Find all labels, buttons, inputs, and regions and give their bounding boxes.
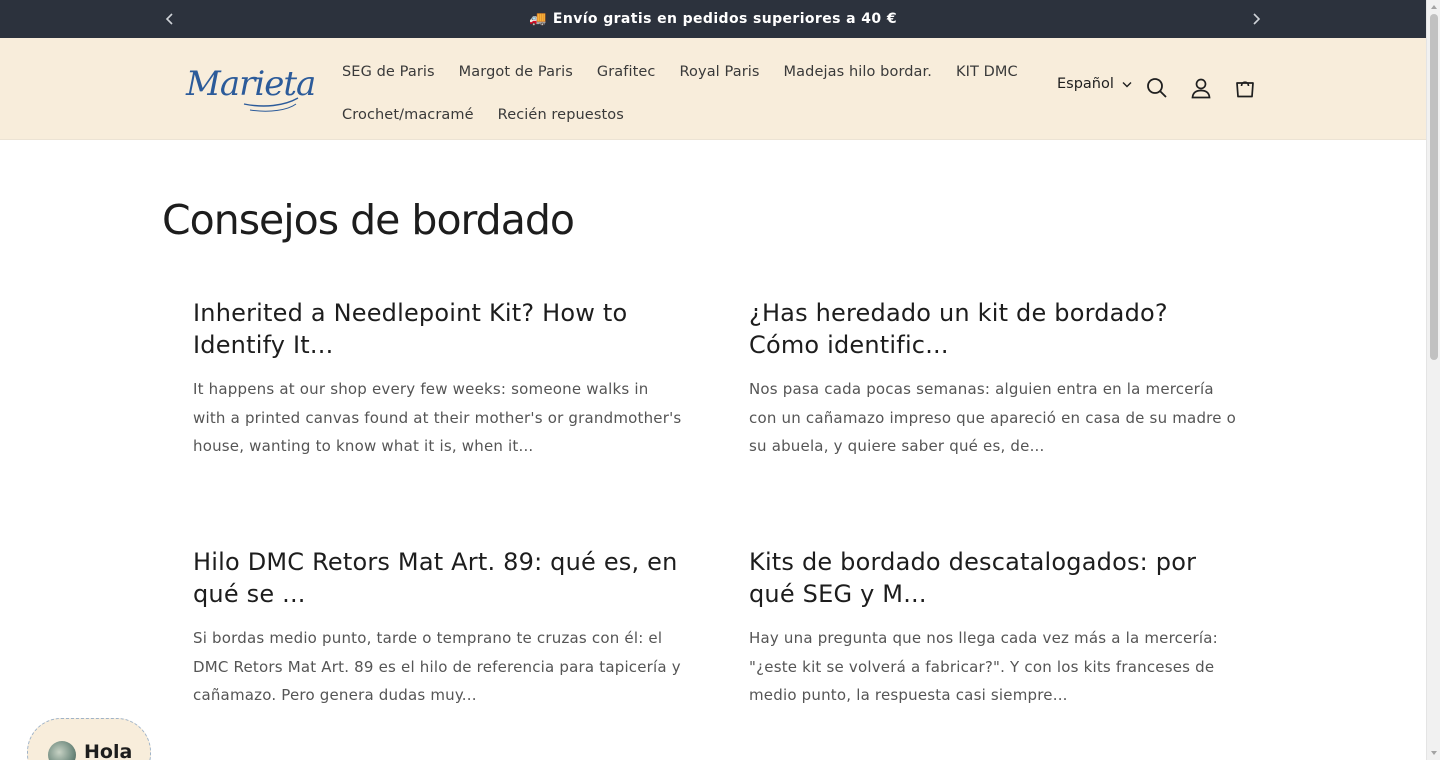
- nav-row-1: SEG de Paris Margot de Paris Grafitec Ro…: [330, 50, 1030, 93]
- nav-item-margot-de-paris[interactable]: Margot de Paris: [447, 64, 585, 80]
- nav-row-2: Crochet/macramé Recién repuestos: [330, 93, 1030, 136]
- next-announcement-button[interactable]: [1248, 11, 1264, 27]
- page-scrollbar[interactable]: [1426, 0, 1440, 760]
- chat-label: Hola: [84, 741, 133, 760]
- scroll-up-arrow-icon[interactable]: [1430, 3, 1438, 11]
- language-selector[interactable]: Español: [1057, 76, 1132, 92]
- main-navigation: SEG de Paris Margot de Paris Grafitec Ro…: [330, 50, 1030, 136]
- language-label: Español: [1057, 76, 1114, 92]
- article-excerpt: Nos pasa cada pocas semanas: alguien ent…: [749, 380, 1236, 455]
- article-title-link[interactable]: ¿Has heredado un kit de bordado? Cómo id…: [749, 297, 1239, 361]
- site-logo[interactable]: Marieta: [184, 60, 316, 116]
- page-title: Consejos de bordado: [162, 196, 575, 244]
- nav-item-crochet-macrame[interactable]: Crochet/macramé: [330, 107, 486, 123]
- nav-item-grafitec[interactable]: Grafitec: [585, 64, 668, 80]
- chevron-down-icon: [1122, 81, 1132, 87]
- chevron-right-icon: [1253, 13, 1261, 25]
- account-button[interactable]: [1188, 75, 1214, 101]
- nav-item-seg-de-paris[interactable]: SEG de Paris: [330, 64, 447, 80]
- article-card: Hilo DMC Retors Mat Art. 89: qué es, en …: [193, 546, 683, 710]
- article-card: ¿Has heredado un kit de bordado? Cómo id…: [749, 297, 1239, 461]
- article-card: Inherited a Needlepoint Kit? How to Iden…: [193, 297, 683, 461]
- nav-item-kit-dmc[interactable]: KIT DMC: [944, 64, 1030, 80]
- logo-text: Marieta: [186, 64, 316, 104]
- scroll-down-arrow-icon[interactable]: [1430, 749, 1438, 757]
- truck-icon: 🚚: [529, 11, 547, 27]
- cart-icon: [1236, 81, 1254, 98]
- chat-avatar: [48, 741, 76, 760]
- nav-item-recien-repuestos[interactable]: Recién repuestos: [486, 107, 636, 123]
- announcement-label: Envío gratis en pedidos superiores a 40 …: [552, 11, 897, 27]
- site-header: Marieta SEG de Paris Margot de Paris Gra…: [0, 38, 1426, 140]
- account-icon: [1191, 78, 1211, 99]
- article-excerpt: Hay una pregunta que nos llega cada vez …: [749, 629, 1218, 704]
- article-title-link[interactable]: Hilo DMC Retors Mat Art. 89: qué es, en …: [193, 546, 683, 610]
- chat-widget-button[interactable]: Hola: [27, 718, 151, 760]
- article-card: Kits de bordado descatalogados: por qué …: [749, 546, 1239, 710]
- scrollbar-thumb[interactable]: [1430, 14, 1438, 360]
- nav-item-royal-paris[interactable]: Royal Paris: [668, 64, 772, 80]
- search-button[interactable]: [1144, 75, 1170, 101]
- article-excerpt: Si bordas medio punto, tarde o temprano …: [193, 629, 681, 704]
- article-title-link[interactable]: Kits de bordado descatalogados: por qué …: [749, 546, 1239, 610]
- article-excerpt: It happens at our shop every few weeks: …: [193, 380, 682, 455]
- cart-button[interactable]: [1232, 75, 1258, 101]
- article-title-link[interactable]: Inherited a Needlepoint Kit? How to Iden…: [193, 297, 683, 361]
- nav-item-madejas-hilo-bordar[interactable]: Madejas hilo bordar.: [772, 64, 944, 80]
- announcement-text: 🚚 Envío gratis en pedidos superiores a 40…: [0, 0, 1426, 38]
- search-icon: [1147, 78, 1167, 98]
- announcement-bar: 🚚 Envío gratis en pedidos superiores a 40…: [0, 0, 1426, 38]
